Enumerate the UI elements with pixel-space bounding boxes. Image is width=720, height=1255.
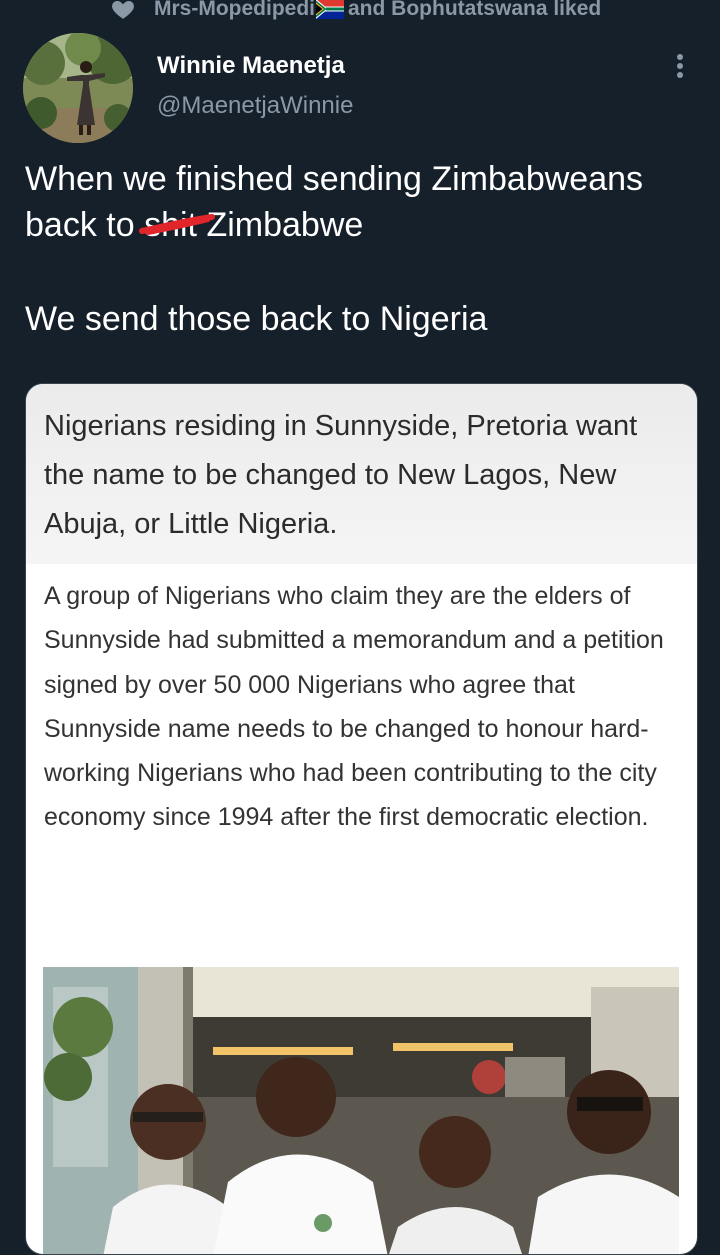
more-options-icon[interactable] <box>664 48 696 84</box>
news-photo-graphic <box>43 967 679 1254</box>
tweet-line-2-end: Zimbabwe <box>197 206 364 244</box>
tweet-line-1: When we finished sending Zimbabweans <box>25 160 644 198</box>
heart-icon <box>112 0 134 19</box>
censor-scribble <box>139 214 216 235</box>
social-context[interactable]: Mrs-Mopedipedi and Bophutatswana liked <box>110 0 601 24</box>
author-name[interactable]: Winnie Maenetja <box>157 52 345 80</box>
south-africa-flag-icon <box>316 0 344 19</box>
article-headline: Nigerians residing in Sunnyside, Pretori… <box>44 410 638 540</box>
social-context-user[interactable]: Mrs-Mopedipedi <box>154 0 315 21</box>
social-context-rest: and Bophutatswana liked <box>348 0 602 20</box>
tweet-text: When we finished sending Zimbabweans bac… <box>25 156 705 342</box>
tweet-line-2: back to shit Zimbabwe <box>25 202 705 248</box>
news-photo <box>43 967 679 1254</box>
tweet-line-2-start: back to <box>25 206 145 244</box>
tweet-line-3: We send those back to Nigeria <box>25 300 488 338</box>
author-handle[interactable]: @MaenetjaWinnie <box>157 92 353 120</box>
article-header-band: Nigerians residing in Sunnyside, Pretori… <box>26 384 697 564</box>
avatar[interactable] <box>23 33 133 143</box>
censored-word: shit <box>139 202 216 248</box>
media-image[interactable]: Nigerians residing in Sunnyside, Pretori… <box>25 383 698 1255</box>
avatar-photo <box>23 33 133 143</box>
article-body: A group of Nigerians who claim they are … <box>44 582 664 832</box>
